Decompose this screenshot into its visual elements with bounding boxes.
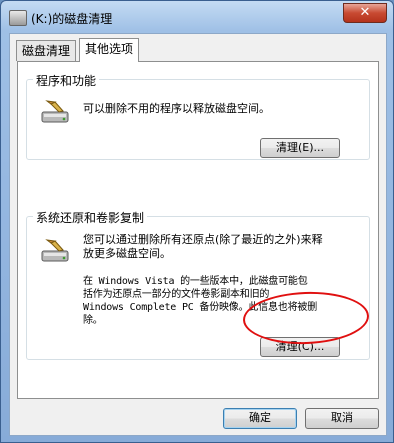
restore-group-label: 系统还原和卷影复制 — [33, 209, 148, 226]
programs-cleanup-button[interactable]: 清理(E)... — [260, 138, 340, 158]
drive-broom-icon — [41, 100, 69, 123]
close-button[interactable]: ✕ — [343, 3, 387, 23]
restore-description-line1: 您可以通过删除所有还原点(除了最近的之外)来释 — [83, 233, 323, 246]
restore-cleanup-button[interactable]: 清理(C)... — [260, 337, 340, 357]
restore-note-line2: 括作为还原点一部分的文件卷影副本和旧的 — [83, 289, 270, 300]
tab-disk-cleanup[interactable]: 磁盘清理 — [16, 40, 77, 61]
restore-note-line3: Windows Complete PC 备份映像。此信息也将被删 — [83, 302, 318, 313]
programs-description: 可以删除不用的程序以释放磁盘空间。 — [83, 102, 270, 115]
tab-more-options[interactable]: 其他选项 — [79, 38, 140, 62]
cancel-button[interactable]: 取消 — [305, 408, 379, 429]
restore-note-line4: 除。 — [83, 315, 103, 326]
restore-note-line1: 在 Windows Vista 的一些版本中，此磁盘可能包 — [83, 276, 308, 287]
disk-cleanup-window: (K:)的磁盘清理 ✕ 磁盘清理 其他选项 程序和功能 可以删除不用的程序以释放… — [0, 0, 394, 443]
title-bar[interactable]: (K:)的磁盘清理 ✕ — [1, 1, 393, 33]
dialog-client: 磁盘清理 其他选项 程序和功能 可以删除不用的程序以释放磁盘空间。 清理(E).… — [9, 33, 387, 436]
drive-broom-icon — [41, 239, 69, 262]
drive-cleanup-icon — [9, 10, 27, 26]
programs-group-label: 程序和功能 — [33, 72, 100, 89]
programs-group: 程序和功能 可以删除不用的程序以释放磁盘空间。 清理(E)... — [26, 72, 370, 160]
window-title: (K:)的磁盘清理 — [31, 12, 113, 26]
restore-group: 系统还原和卷影复制 您可以通过删除所有还原点(除了最近的之外)来释 放更多磁盘空… — [26, 209, 370, 360]
restore-description-line2: 放更多磁盘空间。 — [83, 247, 171, 260]
more-options-panel: 程序和功能 可以删除不用的程序以释放磁盘空间。 清理(E)... 系统还原和卷影… — [17, 61, 379, 399]
ok-button[interactable]: 确定 — [223, 408, 297, 429]
